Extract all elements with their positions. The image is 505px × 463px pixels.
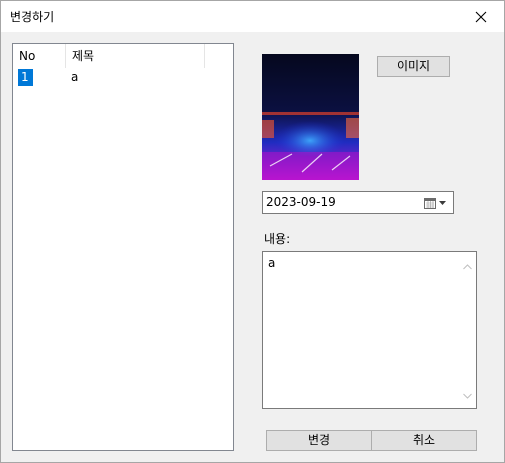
window-title: 변경하기 [10, 10, 55, 24]
row-title-cell: a [71, 70, 79, 84]
scroll-down-icon[interactable] [463, 388, 472, 402]
vertical-scrollbar[interactable] [459, 252, 476, 408]
title-bar: 변경하기 [1, 1, 504, 32]
content-text: a [268, 256, 276, 270]
date-picker[interactable]: 2023-09-19 [262, 191, 454, 214]
close-button[interactable] [458, 1, 504, 32]
content-label: 내용: [264, 232, 291, 246]
content-textarea[interactable]: a [262, 251, 477, 409]
list-header: No 제목 [13, 44, 233, 68]
date-value: 2023-09-19 [266, 195, 336, 209]
item-list[interactable]: No 제목 1 a [12, 43, 234, 451]
dialog-window: 변경하기 No 제목 1 a 이미지 2023-09-19 내용: a 변경 취… [0, 0, 505, 463]
scroll-up-icon[interactable] [463, 259, 472, 273]
change-button[interactable]: 변경 [266, 430, 372, 451]
row-number-cell: 1 [18, 69, 33, 86]
cancel-button[interactable]: 취소 [371, 430, 477, 451]
close-icon [475, 11, 487, 23]
image-thumbnail [262, 54, 359, 180]
column-header-no[interactable]: No [13, 44, 65, 68]
calendar-dropdown-icon[interactable] [423, 195, 449, 211]
image-button[interactable]: 이미지 [377, 56, 450, 77]
column-header-title[interactable]: 제목 [65, 44, 205, 68]
list-row[interactable]: 1 a [13, 68, 233, 87]
